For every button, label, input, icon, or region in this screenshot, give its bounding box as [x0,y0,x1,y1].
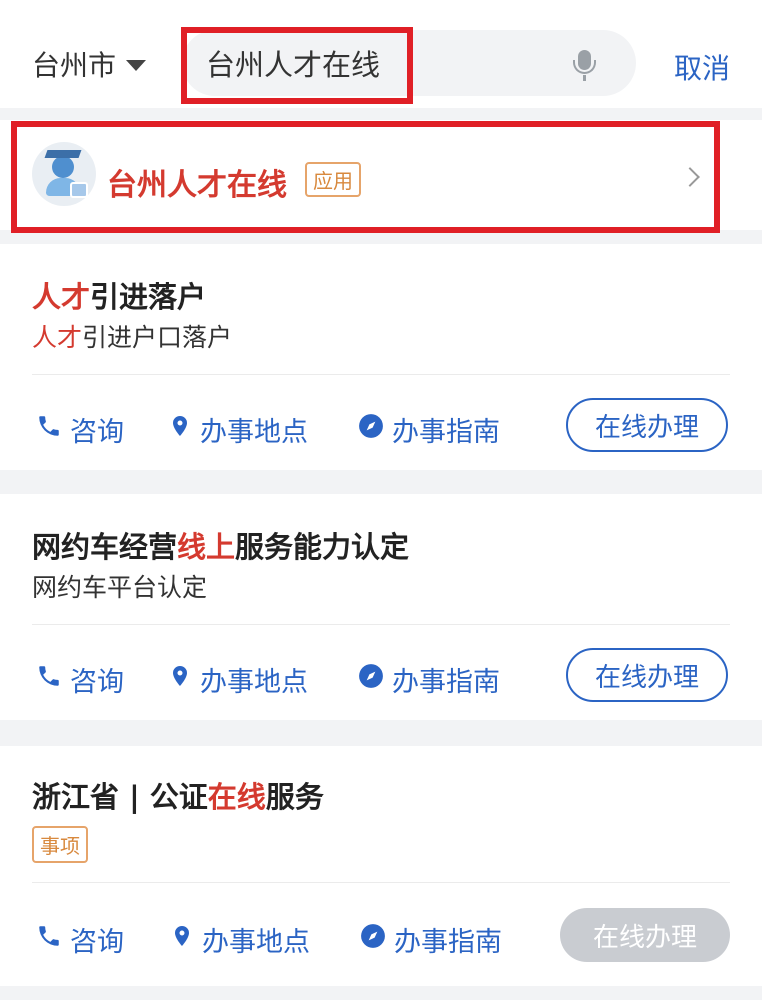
app-name: 台州人才在线 [107,168,287,203]
result-title: 网约车经营线上服务能力认定 [32,530,410,564]
phone-icon [36,663,62,696]
divider [32,882,730,883]
divider [32,624,730,625]
compass-icon [360,923,386,956]
location-action[interactable]: 办事地点 [168,410,308,449]
online-apply-button-disabled: 在线办理 [560,908,730,962]
city-label: 台州市 [32,49,117,82]
result-card[interactable]: 浙江省 | 公证在线服务 事项 咨询 办事地点 办事指南 在线办理 [0,746,762,986]
app-type-badge: 应用 [305,162,361,197]
microphone-icon[interactable] [573,50,596,81]
result-card[interactable]: 人才引进落户 人才引进户口落户 咨询 办事地点 办事指南 在线办理 [0,244,762,470]
cancel-button[interactable]: 取消 [674,47,730,87]
app-avatar-icon [32,142,96,206]
location-action[interactable]: 办事地点 [170,920,310,959]
phone-icon [36,923,62,956]
guide-action[interactable]: 办事指南 [358,410,500,449]
app-result-row[interactable]: 台州人才在线 应用 [0,120,762,230]
item-type-badge: 事项 [32,826,88,863]
action-bar: 咨询 办事地点 办事指南 在线办理 [0,398,762,454]
divider [32,374,730,375]
guide-action[interactable]: 办事指南 [358,660,500,699]
result-card[interactable]: 网约车经营线上服务能力认定 网约车平台认定 咨询 办事地点 办事指南 在线办理 [0,494,762,720]
compass-icon [358,413,384,446]
location-pin-icon [170,923,194,956]
result-subtitle: 人才引进户口落户 [32,323,233,352]
result-title: 浙江省 | 公证在线服务 [32,780,324,814]
location-pin-icon [168,663,192,696]
online-apply-button[interactable]: 在线办理 [566,648,728,702]
chevron-down-icon [126,60,147,71]
result-subtitle: 网约车平台认定 [32,573,208,602]
consult-action[interactable]: 咨询 [36,410,124,449]
phone-icon [36,413,62,446]
search-input[interactable] [206,30,546,96]
search-header: 台州市 取消 [0,0,762,108]
consult-action[interactable]: 咨询 [36,920,124,959]
compass-icon [358,663,384,696]
search-box[interactable] [182,30,636,96]
location-pin-icon [168,413,192,446]
result-title: 人才引进落户 [32,280,207,314]
city-selector[interactable]: 台州市 [32,44,147,84]
action-bar: 咨询 办事地点 办事指南 在线办理 [0,908,762,964]
action-bar: 咨询 办事地点 办事指南 在线办理 [0,648,762,704]
location-action[interactable]: 办事地点 [168,660,308,699]
guide-action[interactable]: 办事指南 [360,920,502,959]
online-apply-button[interactable]: 在线办理 [566,398,728,452]
consult-action[interactable]: 咨询 [36,660,124,699]
